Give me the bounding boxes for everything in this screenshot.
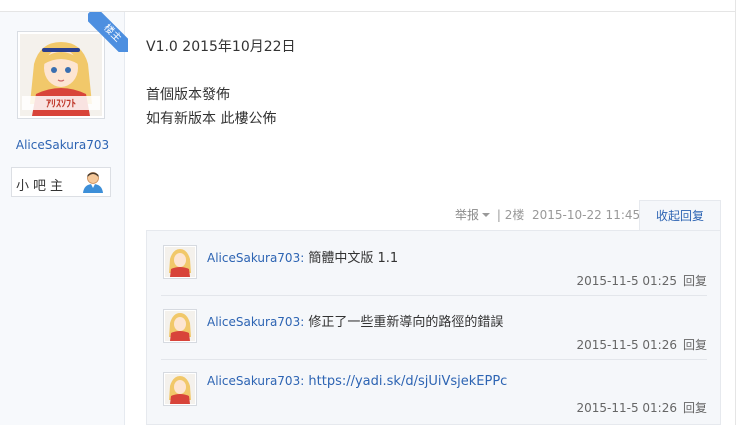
floor-number: 2楼 bbox=[504, 208, 525, 222]
rank-label: 小吧主 bbox=[16, 179, 68, 194]
svg-text:ｱﾘｽｿﾌﾄ: ｱﾘｽｿﾌﾄ bbox=[46, 98, 76, 110]
collapse-replies-button[interactable]: 收起回复 bbox=[639, 200, 721, 231]
post-tail: 举报 | 2楼 2015-10-22 11:45 bbox=[455, 206, 640, 223]
post-time: 2015-10-22 11:45 bbox=[532, 208, 641, 222]
reply-divider bbox=[161, 359, 707, 360]
reply-meta: 2015-11-5 01:25 回复 bbox=[576, 272, 707, 289]
post-line: 首個版本發佈 bbox=[146, 87, 230, 103]
reply-button[interactable]: 回复 bbox=[683, 401, 707, 415]
reply-meta: 2015-11-5 01:26 回复 bbox=[576, 399, 707, 416]
post-line: V1.0 2015年10月22日 bbox=[146, 39, 296, 55]
reply-divider bbox=[161, 295, 707, 296]
reply-username[interactable]: AliceSakura703: bbox=[207, 251, 304, 265]
list-item: AliceSakura703: 修正了一些重新導向的路徑的錯誤 2015-11-… bbox=[161, 303, 707, 360]
reply-content: AliceSakura703: https://yadi.sk/d/sjUiVs… bbox=[207, 374, 507, 389]
tail-separator: | bbox=[496, 208, 501, 222]
post-line: 如有新版本 此樓公佈 bbox=[146, 111, 277, 127]
sub-replies-panel: AliceSakura703: 簡體中文版 1.1 2015-11-5 01:2… bbox=[146, 230, 721, 425]
list-item: AliceSakura703: 簡體中文版 1.1 2015-11-5 01:2… bbox=[161, 239, 707, 296]
op-ribbon: 楼主 bbox=[88, 12, 128, 52]
post-page: ｱﾘｽｿﾌﾄ AliceSakura703 小吧主 楼主 V1.0 2015年1… bbox=[0, 0, 746, 425]
reply-avatar[interactable] bbox=[163, 245, 197, 279]
op-ribbon-label: 楼主 bbox=[88, 12, 128, 52]
reply-text: 修正了一些重新導向的路徑的錯誤 bbox=[304, 315, 504, 330]
reply-meta: 2015-11-5 01:26 回复 bbox=[576, 336, 707, 353]
reply-time: 2015-11-5 01:26 bbox=[576, 401, 677, 415]
reply-avatar[interactable] bbox=[163, 309, 197, 343]
right-divider bbox=[735, 0, 736, 425]
reply-avatar[interactable] bbox=[163, 372, 197, 406]
author-column: ｱﾘｽｿﾌﾄ AliceSakura703 小吧主 bbox=[0, 12, 125, 425]
report-link[interactable]: 举报 bbox=[455, 208, 479, 222]
reply-username[interactable]: AliceSakura703: bbox=[207, 374, 304, 388]
post-content: V1.0 2015年10月22日 首個版本發佈 如有新版本 此樓公佈 bbox=[146, 35, 706, 131]
author-name[interactable]: AliceSakura703 bbox=[0, 138, 125, 152]
moderator-icon bbox=[80, 170, 106, 194]
reply-content: AliceSakura703: 簡體中文版 1.1 bbox=[207, 247, 398, 266]
reply-link[interactable]: https://yadi.sk/d/sjUiVsjekEPPc bbox=[304, 374, 507, 389]
chevron-down-icon[interactable] bbox=[482, 212, 491, 217]
list-item: AliceSakura703: https://yadi.sk/d/sjUiVs… bbox=[161, 366, 707, 423]
reply-username[interactable]: AliceSakura703: bbox=[207, 315, 304, 329]
reply-content: AliceSakura703: 修正了一些重新導向的路徑的錯誤 bbox=[207, 311, 503, 330]
reply-text: 簡體中文版 1.1 bbox=[304, 251, 399, 266]
post-line-blank bbox=[146, 59, 706, 83]
reply-button[interactable]: 回复 bbox=[683, 274, 707, 288]
reply-time: 2015-11-5 01:26 bbox=[576, 338, 677, 352]
reply-time: 2015-11-5 01:25 bbox=[576, 274, 677, 288]
reply-button[interactable]: 回复 bbox=[683, 338, 707, 352]
rank-badge[interactable]: 小吧主 bbox=[11, 167, 111, 197]
